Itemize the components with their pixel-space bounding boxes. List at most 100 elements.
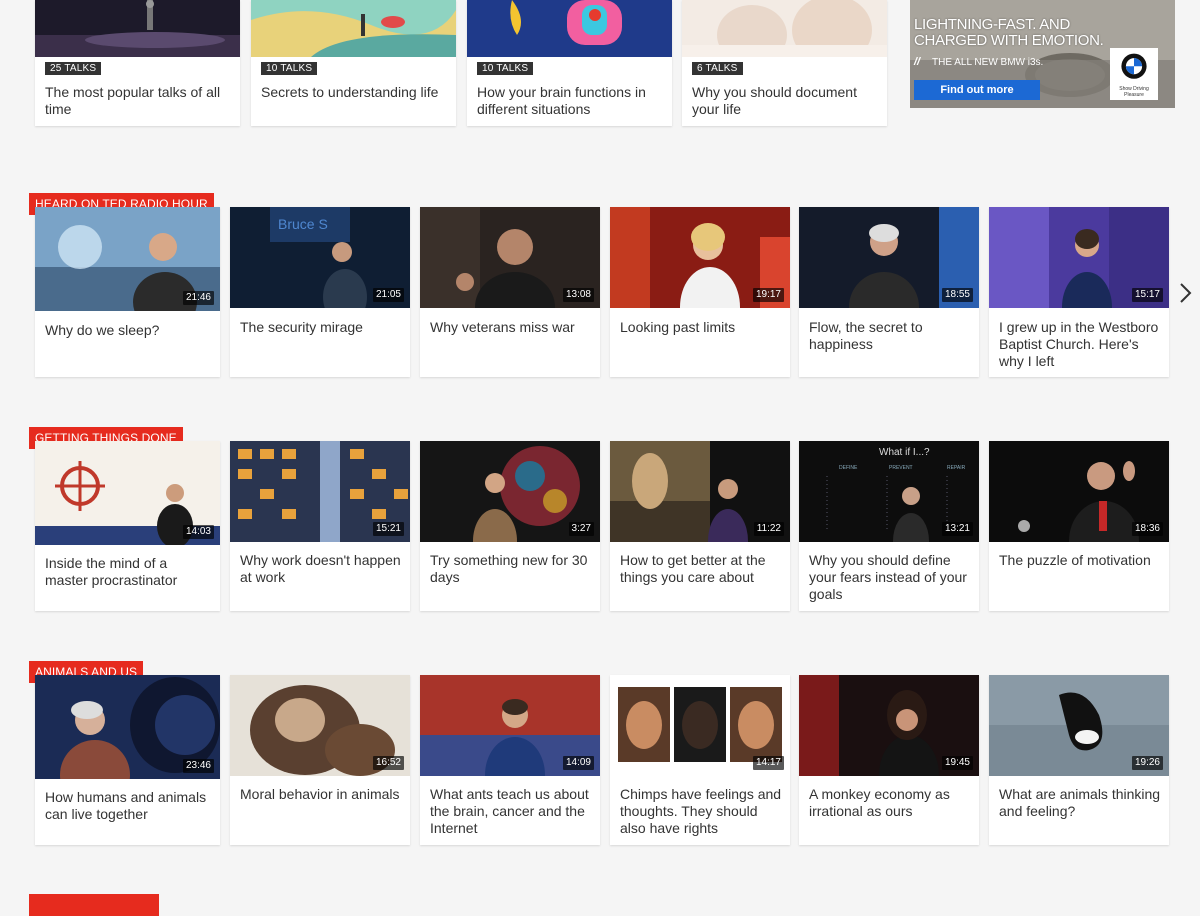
duration-badge: 21:46 — [182, 291, 214, 305]
talk-title[interactable]: I grew up in the Westboro Baptist Church… — [999, 319, 1161, 370]
duration-badge: 18:55 — [941, 288, 973, 302]
svg-text:Bruce S: Bruce S — [278, 216, 328, 232]
talk-title[interactable]: A monkey economy as irrational as ours — [809, 786, 971, 820]
talk-title[interactable]: Flow, the secret to happiness — [809, 319, 971, 353]
talk-title[interactable]: Try something new for 30 days — [430, 552, 592, 586]
playlist-title[interactable]: How your brain functions in different si… — [477, 84, 664, 118]
talk-card[interactable]: 19:26 What are animals thinking and feel… — [989, 675, 1169, 845]
duration-badge: 14:03 — [182, 525, 214, 539]
talk-thumbnail[interactable]: 18:36 — [989, 441, 1169, 542]
svg-text:What if I...?: What if I...? — [879, 447, 930, 458]
playlist-thumbnail[interactable] — [682, 0, 887, 57]
talk-card[interactable]: 18:55 Flow, the secret to happiness — [799, 207, 979, 377]
talk-card[interactable]: Bruce S 21:05 The security mirage — [230, 207, 410, 377]
talk-thumbnail[interactable]: 13:08 — [420, 207, 600, 308]
playlist-title[interactable]: Why you should document your life — [692, 84, 879, 118]
playlist-card[interactable]: 10 TALKS How your brain functions in dif… — [467, 0, 672, 126]
talk-card[interactable]: 15:21 Why work doesn't happen at work — [230, 441, 410, 611]
talk-title[interactable]: Chimps have feelings and thoughts. They … — [620, 786, 782, 837]
duration-badge: 15:21 — [372, 522, 404, 536]
talk-title[interactable]: Why do we sleep? — [45, 322, 212, 339]
talk-title[interactable]: How to get better at the things you care… — [620, 552, 782, 586]
duration-badge: 15:17 — [1131, 288, 1163, 302]
duration-badge: 13:08 — [562, 288, 594, 302]
talk-count-badge: 10 TALKS — [261, 62, 318, 75]
playlist-thumbnail[interactable] — [35, 0, 240, 57]
talk-thumbnail[interactable]: 16:52 — [230, 675, 410, 776]
talk-count-badge: 10 TALKS — [477, 62, 534, 75]
svg-text:PREVENT: PREVENT — [889, 465, 913, 471]
duration-badge: 14:17 — [752, 756, 784, 770]
talk-thumbnail[interactable]: 19:17 — [610, 207, 790, 308]
bmw-roundel-icon — [1121, 53, 1147, 79]
talk-card[interactable]: 14:17 Chimps have feelings and thoughts.… — [610, 675, 790, 845]
talk-thumbnail[interactable]: 15:21 — [230, 441, 410, 542]
talk-title[interactable]: What ants teach us about the brain, canc… — [430, 786, 592, 837]
playlist-card[interactable]: 10 TALKS Secrets to understanding life — [251, 0, 456, 126]
talk-count-badge: 25 TALKS — [45, 62, 102, 75]
talk-card[interactable]: 11:22 How to get better at the things yo… — [610, 441, 790, 611]
svg-text:REPAIR: REPAIR — [947, 465, 966, 471]
talk-thumbnail[interactable]: 14:03 — [35, 441, 220, 545]
talk-thumbnail[interactable]: 3:27 — [420, 441, 600, 542]
ad-subline: THE ALL NEW BMW i3s. — [932, 57, 1044, 68]
talk-card[interactable]: 14:09 What ants teach us about the brain… — [420, 675, 600, 845]
talk-thumbnail[interactable]: 14:09 — [420, 675, 600, 776]
talk-thumbnail[interactable]: 18:55 — [799, 207, 979, 308]
talk-thumbnail[interactable]: 19:26 — [989, 675, 1169, 776]
playlist-thumbnail[interactable] — [251, 0, 456, 57]
playlist-card[interactable]: 25 TALKS The most popular talks of all t… — [35, 0, 240, 126]
talk-thumbnail[interactable]: 11:22 — [610, 441, 790, 542]
duration-badge: 19:26 — [1131, 756, 1163, 770]
duration-badge: 23:46 — [182, 759, 214, 773]
duration-badge: 21:05 — [372, 288, 404, 302]
talk-thumbnail[interactable]: 19:45 — [799, 675, 979, 776]
playlist-thumbnail[interactable] — [467, 0, 672, 57]
talk-title[interactable]: Moral behavior in animals — [240, 786, 402, 803]
talk-card[interactable]: 16:52 Moral behavior in animals — [230, 675, 410, 845]
talk-title[interactable]: Inside the mind of a master procrastinat… — [45, 555, 212, 589]
duration-badge: 18:36 — [1131, 522, 1163, 536]
talk-card[interactable]: 21:46 Why do we sleep? — [35, 207, 220, 377]
talk-thumbnail[interactable]: 14:17 — [610, 675, 790, 776]
playlist-title[interactable]: The most popular talks of all time — [45, 84, 232, 118]
talk-title[interactable]: Why veterans miss war — [430, 319, 592, 336]
bmw-advertisement[interactable]: LIGHTNING-FAST. AND CHARGED WITH EMOTION… — [910, 0, 1175, 108]
talk-title[interactable]: Why you should define your fears instead… — [809, 552, 971, 603]
chevron-right-icon[interactable] — [1176, 281, 1194, 305]
duration-badge: 14:09 — [562, 756, 594, 770]
talk-title[interactable]: Why work doesn't happen at work — [240, 552, 402, 586]
playlist-title[interactable]: Secrets to understanding life — [261, 84, 448, 101]
talk-card[interactable]: 15:17 I grew up in the Westboro Baptist … — [989, 207, 1169, 377]
talk-thumbnail[interactable]: 23:46 — [35, 675, 220, 779]
talk-count-badge: 6 TALKS — [692, 62, 743, 75]
talk-card[interactable]: 18:36 The puzzle of motivation — [989, 441, 1169, 611]
talk-title[interactable]: The puzzle of motivation — [999, 552, 1161, 569]
talk-card[interactable]: 14:03 Inside the mind of a master procra… — [35, 441, 220, 611]
talk-title[interactable]: How humans and animals can live together — [45, 789, 212, 823]
talk-thumbnail[interactable]: 15:17 — [989, 207, 1169, 308]
find-out-more-button[interactable]: Find out more — [914, 80, 1040, 100]
talk-title[interactable]: What are animals thinking and feeling? — [999, 786, 1161, 820]
talk-card[interactable]: 23:46 How humans and animals can live to… — [35, 675, 220, 845]
talk-title[interactable]: The security mirage — [240, 319, 402, 336]
svg-text:DEFINE: DEFINE — [839, 465, 858, 471]
talk-card[interactable]: 13:08 Why veterans miss war — [420, 207, 600, 377]
duration-badge: 11:22 — [753, 522, 784, 536]
duration-badge: 13:21 — [941, 522, 973, 536]
talk-thumbnail[interactable]: Bruce S 21:05 — [230, 207, 410, 308]
ad-logo-caption: Show Driving Pleasure — [1119, 86, 1149, 98]
talk-card[interactable]: 19:17 Looking past limits — [610, 207, 790, 377]
bmw-logo: Show Driving Pleasure — [1110, 48, 1158, 100]
playlist-card[interactable]: 6 TALKS Why you should document your lif… — [682, 0, 887, 126]
talk-card[interactable]: 19:45 A monkey economy as irrational as … — [799, 675, 979, 845]
duration-badge: 19:45 — [941, 756, 973, 770]
talk-title[interactable]: Looking past limits — [620, 319, 782, 336]
ad-headline: LIGHTNING-FAST. AND CHARGED WITH EMOTION… — [914, 16, 1104, 49]
talk-card[interactable]: 3:27 Try something new for 30 days — [420, 441, 600, 611]
talk-card[interactable]: What if I...? DEFINE PREVENT REPAIR 13:21 W… — [799, 441, 979, 611]
duration-badge: 19:17 — [752, 288, 784, 302]
talk-thumbnail[interactable]: What if I...? DEFINE PREVENT REPAIR 13:21 — [799, 441, 979, 542]
next-section-label[interactable] — [29, 894, 159, 916]
talk-thumbnail[interactable]: 21:46 — [35, 207, 220, 311]
